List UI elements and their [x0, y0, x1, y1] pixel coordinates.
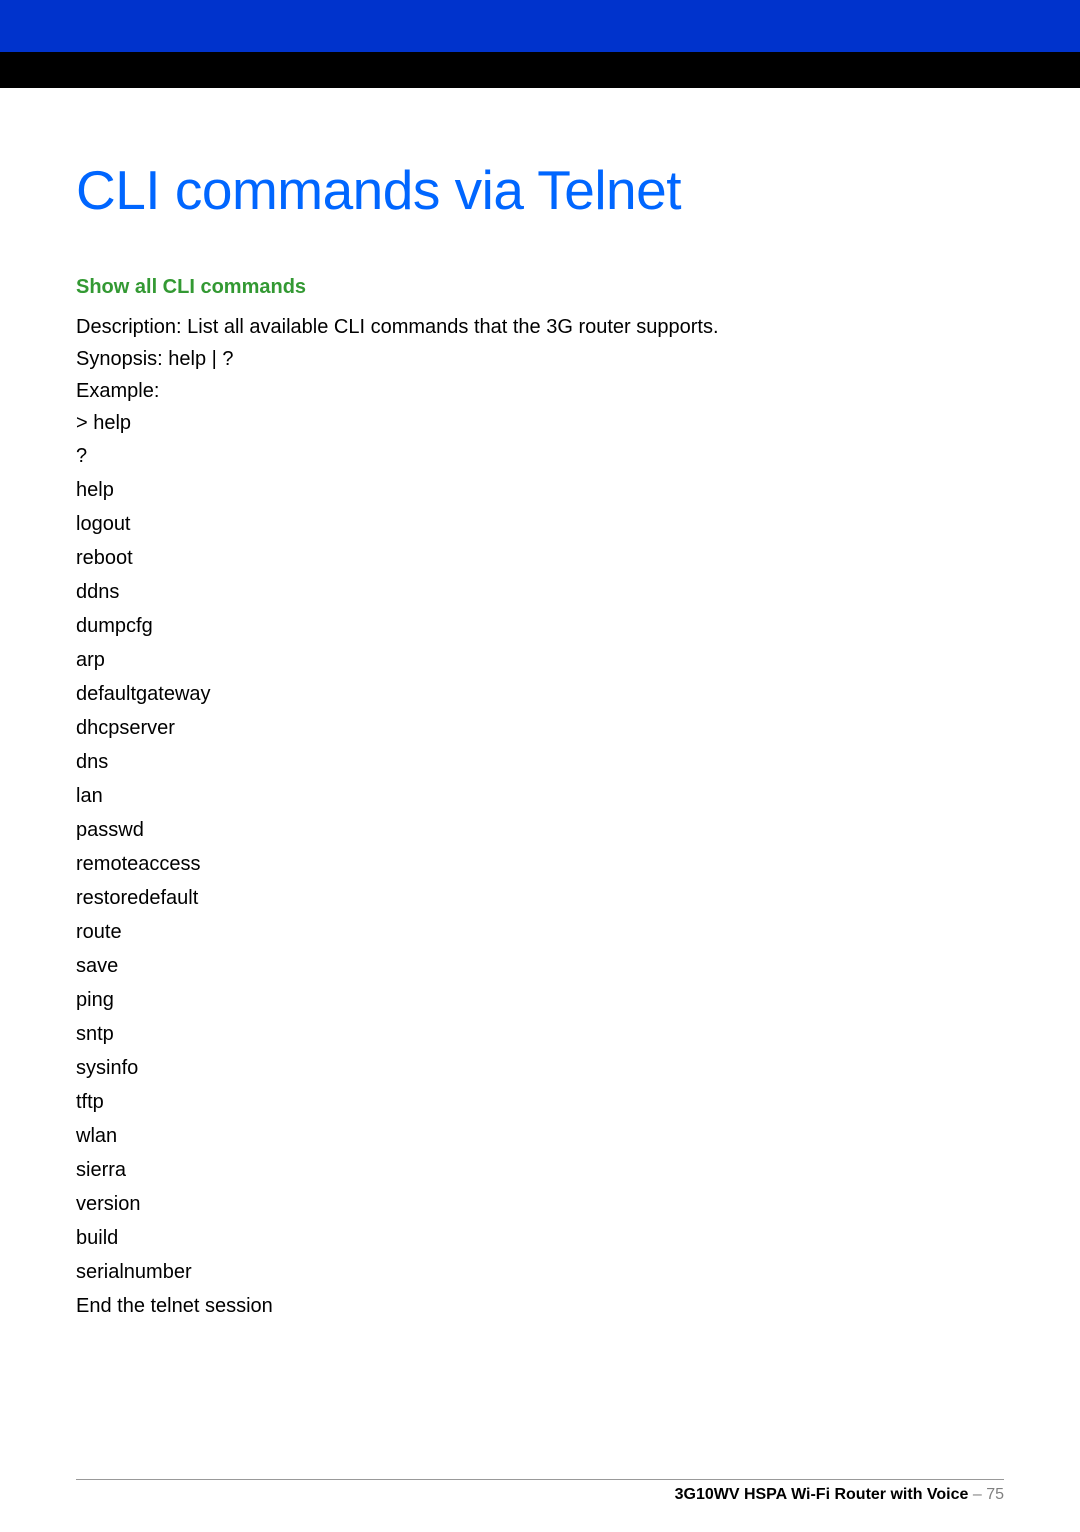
page-footer: 3G10WV HSPA Wi-Fi Router with Voice – 75 [76, 1479, 1004, 1504]
command-line: arp [76, 643, 1004, 677]
command-line: sysinfo [76, 1051, 1004, 1085]
command-line: ping [76, 983, 1004, 1017]
command-line: defaultgateway [76, 677, 1004, 711]
document-page: CLI commands via Telnet Show all CLI com… [0, 0, 1080, 1532]
content-area: CLI commands via Telnet Show all CLI com… [0, 88, 1080, 1323]
command-line: restoredefault [76, 881, 1004, 915]
command-line: serialnumber [76, 1255, 1004, 1289]
example-label: Example: [76, 375, 1004, 407]
command-line: dumpcfg [76, 609, 1004, 643]
command-line: build [76, 1221, 1004, 1255]
footer-product: 3G10WV HSPA Wi-Fi Router with Voice [675, 1486, 969, 1503]
command-line: dhcpserver [76, 711, 1004, 745]
page-title: CLI commands via Telnet [76, 158, 1004, 222]
command-line: sntp [76, 1017, 1004, 1051]
command-line: route [76, 915, 1004, 949]
command-line: dns [76, 745, 1004, 779]
command-line: logout [76, 507, 1004, 541]
command-line: lan [76, 779, 1004, 813]
section-heading: Show all CLI commands [76, 276, 1004, 299]
command-line: wlan [76, 1119, 1004, 1153]
example-prompt: > help [76, 407, 1004, 439]
command-list: ? help logout reboot ddns dumpcfg arp de… [76, 439, 1004, 1323]
command-line: sierra [76, 1153, 1004, 1187]
command-line: ? [76, 439, 1004, 473]
command-line: remoteaccess [76, 847, 1004, 881]
command-line: tftp [76, 1085, 1004, 1119]
command-line: ddns [76, 575, 1004, 609]
header-bar-black [0, 52, 1080, 88]
command-line: help [76, 473, 1004, 507]
footer-separator: – [968, 1486, 986, 1503]
command-line: save [76, 949, 1004, 983]
description-line: Description: List all available CLI comm… [76, 311, 1004, 343]
command-line: reboot [76, 541, 1004, 575]
header-bar-blue [0, 0, 1080, 52]
command-line: passwd [76, 813, 1004, 847]
footer-page-number: 75 [986, 1486, 1004, 1503]
command-line: version [76, 1187, 1004, 1221]
synopsis-line: Synopsis: help | ? [76, 343, 1004, 375]
command-line: End the telnet session [76, 1289, 1004, 1323]
